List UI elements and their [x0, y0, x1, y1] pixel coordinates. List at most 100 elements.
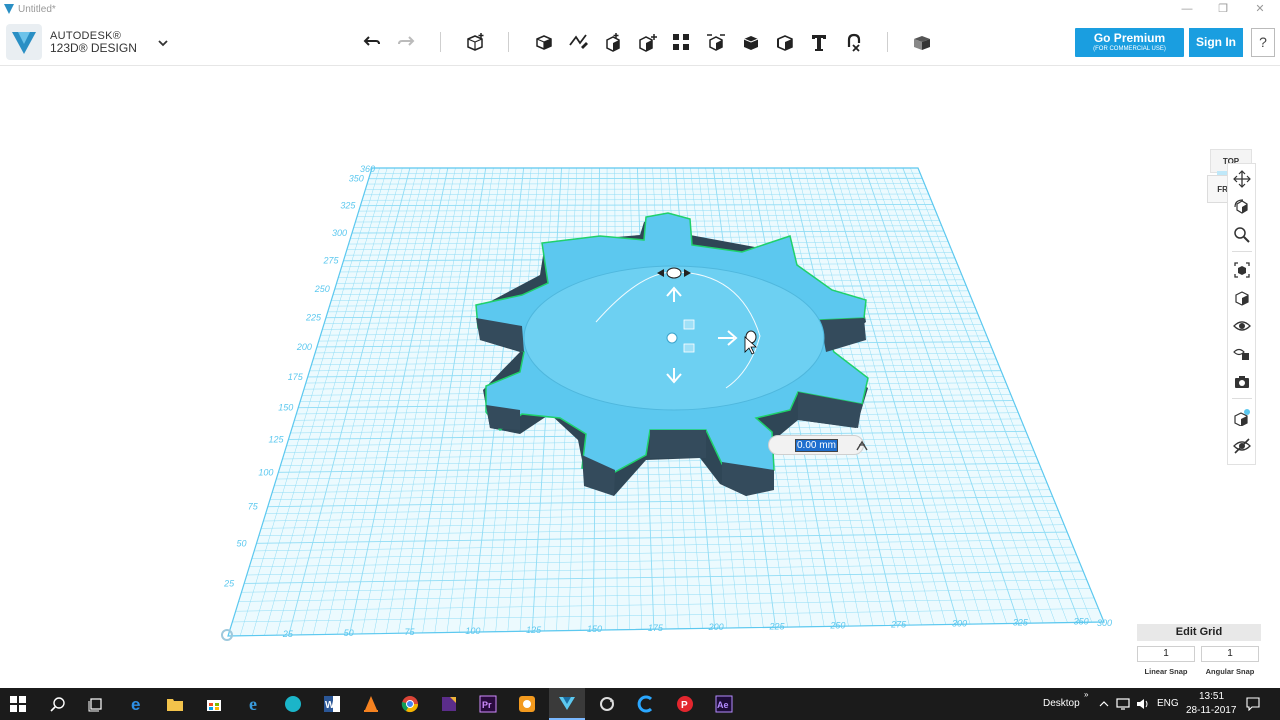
navbar-divider: [1232, 398, 1252, 399]
transform-button[interactable]: [461, 28, 489, 56]
svg-text:e: e: [131, 695, 140, 713]
sync-icon: [600, 697, 614, 711]
go-premium-button[interactable]: Go Premium (FOR COMMERCIAL USE): [1075, 28, 1184, 57]
grid-snap-icon: [1234, 409, 1250, 426]
notifications-icon[interactable]: [1246, 697, 1260, 711]
grid-y-label: 275: [322, 256, 339, 266]
word-icon: W: [324, 696, 340, 712]
123d-design-icon: [559, 697, 575, 710]
view-mode-button[interactable]: [1230, 286, 1254, 310]
taskbar-app-globe[interactable]: [275, 688, 311, 720]
fit-button[interactable]: [1230, 258, 1254, 282]
pattern-icon: [673, 34, 689, 50]
primitives-button[interactable]: [530, 28, 558, 56]
minimize-button[interactable]: —: [1172, 1, 1202, 17]
help-button[interactable]: ?: [1251, 28, 1275, 57]
taskbar-123d-design[interactable]: [549, 688, 585, 720]
language-indicator[interactable]: ENG: [1157, 698, 1179, 709]
sketch-icon: [569, 34, 588, 49]
grid-x-label: 300: [952, 618, 967, 628]
undo-button[interactable]: [358, 28, 386, 56]
grid-y-top-label: 360: [360, 164, 375, 174]
grid-x-label: 100: [465, 626, 480, 636]
chevron-up-icon[interactable]: [1099, 699, 1109, 709]
brand-line2: 123D® DESIGN: [50, 41, 137, 55]
hide-button[interactable]: [1230, 434, 1254, 458]
taskbar-explorer[interactable]: [157, 688, 193, 720]
taskbar-app-red[interactable]: P: [667, 688, 703, 720]
material-button[interactable]: [908, 28, 936, 56]
taskbar-edge[interactable]: e: [119, 688, 155, 720]
taskbar-chrome[interactable]: [392, 688, 428, 720]
viewport-canvas[interactable]: 350 325 300 275 250 225 200 175 150 125 100 75 50 25 3…: [0, 67, 1280, 688]
clock-time[interactable]: 13:51: [1199, 691, 1224, 702]
chrome-icon: [401, 696, 419, 713]
taskbar-premiere[interactable]: Pr: [470, 688, 506, 720]
material-display-button[interactable]: [1230, 342, 1254, 366]
taskbar-app-c[interactable]: [628, 688, 664, 720]
construct-button[interactable]: [599, 28, 627, 56]
material-icon: [914, 36, 930, 50]
taskbar-word[interactable]: W: [314, 688, 350, 720]
premiere-icon: Pr: [479, 695, 497, 713]
orbit-button[interactable]: [1230, 195, 1254, 219]
clock-date[interactable]: 28-11-2017: [1186, 705, 1236, 716]
combine-icon: [743, 36, 759, 50]
svg-text:Pr: Pr: [482, 700, 492, 710]
restore-button[interactable]: ❐: [1208, 1, 1238, 17]
taskbar-store[interactable]: [196, 688, 232, 720]
toolbar-divider: [440, 32, 441, 52]
screenshot-button[interactable]: [1230, 370, 1254, 394]
angular-snap-field[interactable]: 1: [1201, 646, 1259, 662]
taskbar-after-effects[interactable]: Ae: [706, 688, 742, 720]
toolbar-expand-icon[interactable]: »: [1084, 690, 1088, 699]
grid-snap-button[interactable]: [1230, 405, 1254, 429]
toolbar-divider: [887, 32, 888, 52]
grid-x-label: 225: [769, 621, 786, 631]
start-button[interactable]: [0, 688, 36, 720]
orbit-icon: [1234, 199, 1248, 214]
grid-x-label: 150: [587, 624, 602, 634]
pattern-button[interactable]: [667, 28, 695, 56]
modify-button[interactable]: [633, 28, 661, 56]
sign-in-button[interactable]: Sign In: [1189, 28, 1243, 57]
task-view-button[interactable]: [78, 688, 114, 720]
taskbar-app-purple[interactable]: [431, 688, 467, 720]
grid-x-label: 325: [1013, 617, 1029, 627]
volume-icon[interactable]: [1136, 697, 1150, 711]
desktop-toolbar-label[interactable]: Desktop: [1043, 698, 1080, 709]
chevron-down-icon[interactable]: [156, 36, 170, 50]
search-button[interactable]: [40, 688, 76, 720]
redo-button[interactable]: [392, 28, 420, 56]
taskbar-vlc[interactable]: [353, 688, 389, 720]
grid-y-label: 250: [314, 284, 330, 294]
grouping-button[interactable]: [702, 28, 730, 56]
dimension-input[interactable]: [795, 439, 838, 452]
app-menu[interactable]: AUTODESK® 123D® DESIGN: [6, 24, 137, 60]
edit-angle-icon[interactable]: [855, 438, 869, 452]
snap-button[interactable]: [840, 28, 868, 56]
visibility-button[interactable]: [1230, 314, 1254, 338]
taskbar-app-sync[interactable]: [589, 688, 625, 720]
close-button[interactable]: ✕: [1245, 1, 1275, 17]
c-app-icon: [637, 695, 653, 713]
network-icon[interactable]: [1116, 697, 1130, 711]
dimension-input-box: [768, 435, 868, 455]
grouping-icon: [707, 34, 725, 51]
angular-snap-label: Angular Snap: [1205, 667, 1255, 676]
measure-button[interactable]: [771, 28, 799, 56]
measure-icon: [777, 35, 793, 51]
combine-button[interactable]: [737, 28, 765, 56]
taskbar-app-orange[interactable]: [509, 688, 545, 720]
sketch-button[interactable]: [564, 28, 592, 56]
taskbar-ie[interactable]: e: [237, 688, 273, 720]
scene-3d[interactable]: 3503253002752502252001751501251007550253…: [0, 67, 1280, 688]
windows-taskbar: e e W Pr P Ae Desktop » ENG 13:51 28-11-…: [0, 688, 1280, 720]
text-button[interactable]: [805, 28, 833, 56]
linear-snap-field[interactable]: 1: [1137, 646, 1195, 662]
pan-button[interactable]: [1230, 167, 1254, 191]
edit-grid-button[interactable]: Edit Grid: [1137, 624, 1261, 641]
undo-icon: [363, 36, 380, 46]
app-logo-icon: [4, 4, 14, 14]
zoom-button[interactable]: [1230, 223, 1254, 247]
